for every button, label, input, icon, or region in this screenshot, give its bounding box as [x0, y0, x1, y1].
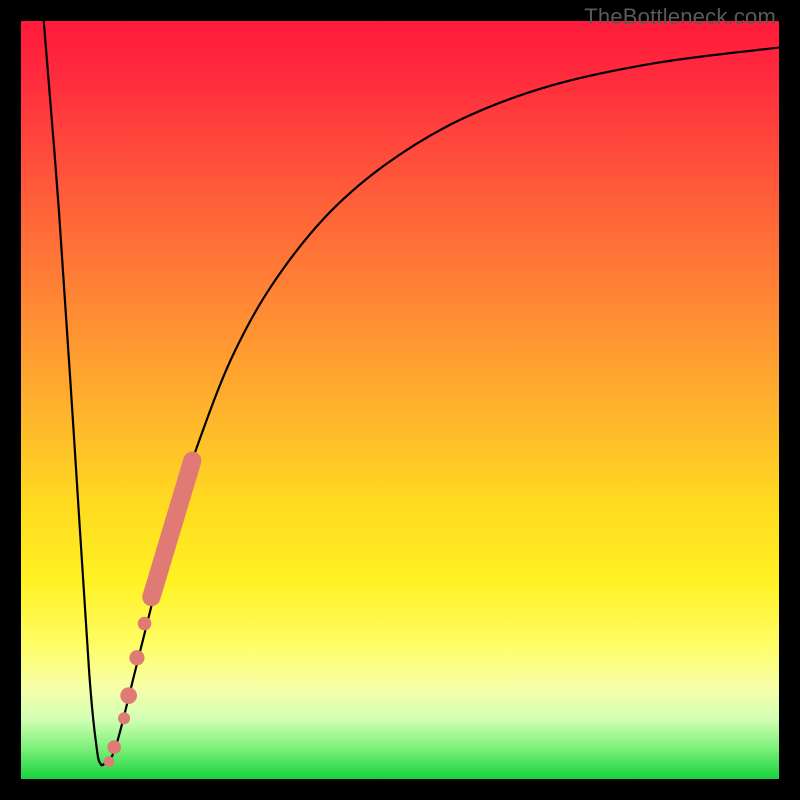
marker-dot-6 — [104, 756, 115, 767]
plot-area — [21, 21, 779, 779]
watermark-text: TheBottleneck.com — [584, 4, 776, 30]
marker-dot-5 — [107, 740, 121, 754]
marker-dot-4 — [118, 712, 130, 724]
marker-dot-1 — [138, 617, 152, 631]
chart-svg — [21, 21, 779, 779]
chart-markers — [104, 461, 193, 767]
chart-frame: TheBottleneck.com — [0, 0, 800, 800]
marker-dot-3 — [120, 687, 137, 704]
highlighted-segment-thick — [151, 461, 192, 597]
bottleneck-curve — [44, 21, 779, 765]
marker-dot-2 — [129, 650, 144, 665]
